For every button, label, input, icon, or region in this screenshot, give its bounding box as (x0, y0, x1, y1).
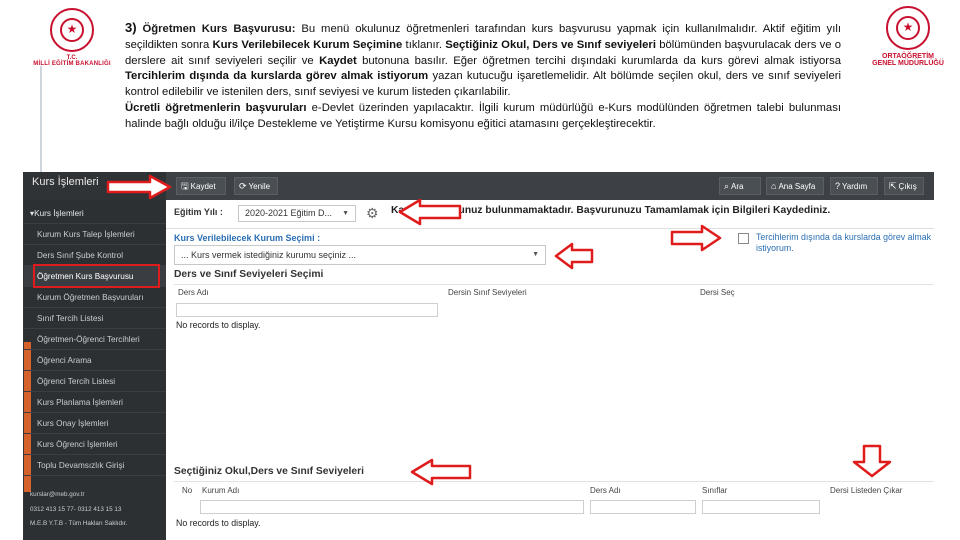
sidebar-item-ogrenci-arama[interactable]: Öğrenci Arama (24, 350, 166, 371)
chevron-down-icon: ▼ (532, 251, 539, 258)
table1-header-line (174, 284, 934, 285)
footer-email: kurslar@meb.gov.tr (30, 491, 85, 498)
sidebar-item-sinif-tercih-listesi[interactable]: Sınıf Tercih Listesi (24, 308, 166, 329)
meb-logo-line2: MİLLİ EĞİTİM BAKANLIĞI (33, 61, 111, 67)
meb-logo: T.C. MİLLİ EĞİTİM BAKANLIĞI (22, 8, 122, 67)
table1-col-dersi-sec: Dersi Seç (700, 288, 735, 297)
ogm-logo-line2: GENEL MÜDÜRLÜĞÜ (872, 60, 944, 67)
para-bold-3: Kaydet (319, 54, 357, 67)
table2-filter-ders-adi[interactable] (590, 500, 696, 514)
institution-label: Kurs Verilebilecek Kurum Seçimi : (174, 233, 321, 243)
table2-col-no: No (182, 486, 193, 495)
footer-phone: 0312 413 15 77- 0312 413 15 13 (30, 506, 122, 513)
save-button-label: Kaydet (190, 182, 216, 191)
save-icon: 🖫 (181, 181, 189, 191)
table2-col-kurum-adi: Kurum Adı (202, 486, 240, 495)
sidebar-item-ogrenci-tercih-listesi[interactable]: Öğrenci Tercih Listesi (24, 371, 166, 392)
sidebar-item-kurs-ogrenci[interactable]: Kurs Öğrenci İşlemleri (24, 434, 166, 455)
table2-col-ders-adi: Ders Adı (590, 486, 621, 495)
section-lesson-selection-title: Ders ve Sınıf Seviyeleri Seçimi (174, 269, 324, 280)
highlight-box-menu (33, 264, 160, 288)
app-topbar: Kurs İşlemleri 🖫 Kaydet ⟳ Yenile ⌕ Ara ⌂ Ana… (24, 172, 934, 200)
search-button-label: Ara (731, 182, 744, 191)
table2-col-siniflar: Sınıflar (702, 486, 728, 495)
step-heading: Öğretmen Kurs Başvurusu: (142, 23, 296, 35)
exit-button[interactable]: ⇱ Çıkış (884, 177, 924, 195)
sidebar-group-label: Kurs İşlemleri (34, 209, 84, 218)
outside-preferences-checkbox[interactable] (738, 233, 749, 244)
sidebar-item-kurs-planlama[interactable]: Kurs Planlama İşlemleri (24, 392, 166, 413)
home-button-label: Ana Sayfa (778, 182, 816, 191)
instruction-paragraph: 3) Öğretmen Kurs Başvurusu: Bu menü okul… (125, 20, 841, 133)
table1-no-records: No records to display. (176, 320, 261, 330)
year-label: Eğitim Yılı : (174, 207, 223, 217)
institution-select-placeholder: ... Kurs vermek istediğiniz kurumu seçin… (181, 250, 357, 260)
table2-filter-siniflar[interactable] (702, 500, 820, 514)
sidebar-item-ders-sinif-sube[interactable]: Ders Sınıf Şube Kontrol (24, 245, 166, 266)
refresh-icon: ⟳ (239, 181, 247, 191)
search-button[interactable]: ⌕ Ara (719, 177, 761, 195)
section-selected-title: Seçtiğiniz Okul,Ders ve Sınıf Seviyeleri (174, 466, 364, 477)
table2-filter-kurum-adi[interactable] (200, 500, 584, 514)
home-icon: ⌂ (771, 181, 777, 191)
search-icon: ⌕ (724, 181, 730, 191)
exit-button-label: Çıkış (898, 182, 917, 191)
table2-col-dersi-cikar: Dersi Listeden Çıkar (830, 486, 903, 495)
chevron-down-icon: ▼ (342, 210, 349, 217)
help-button[interactable]: ? Yardım (830, 177, 878, 195)
table1-col-sinif-seviyeleri: Dersin Sınıf Seviyeleri (448, 288, 527, 297)
home-button[interactable]: ⌂ Ana Sayfa (766, 177, 824, 195)
footer-copyright: M.E.B Y.T.B - Tüm Hakları Saklıdır. (30, 520, 128, 527)
sidebar-group-kurs-islemleri[interactable]: ▾Kurs İşlemleri (24, 203, 166, 224)
ogm-logo: ORTAÖĞRETİM GENEL MÜDÜRLÜĞÜ (860, 6, 956, 67)
para-bold-4: Tercihlerim dışında da kurslarda görev a… (125, 70, 429, 83)
table1-filter-ders-adi[interactable] (176, 303, 438, 317)
para-text-4: butonuna basılır. Eğer öğretmen tercihi … (356, 54, 842, 67)
para-bold-2: Seçtiğiniz Okul, Ders ve Sınıf seviyeler… (445, 38, 656, 51)
sidebar-item-kurum-kurs-talep[interactable]: Kurum Kurs Talep İşlemleri (24, 224, 166, 245)
sidebar-item-kurum-ogretmen-basvurulari[interactable]: Kurum Öğretmen Başvuruları (24, 287, 166, 308)
outside-preferences-label[interactable]: Tercihlerim dışında da kurslarda görev a… (756, 232, 934, 254)
meb-emblem-icon (50, 8, 94, 52)
app-brand: Kurs İşlemleri (24, 172, 166, 200)
slide-divider-line (40, 66, 42, 186)
main-content: Eğitim Yılı : 2020-2021 Eğitim D... ▼ ⚙ … (166, 200, 934, 540)
status-message: Kayıtlı başvurunuz bulunmamaktadır. Başv… (391, 205, 831, 216)
ogm-logo-line1: ORTAÖĞRETİM (882, 53, 934, 60)
save-button[interactable]: 🖫 Kaydet (176, 177, 226, 195)
app-screenshot: Kurs İşlemleri 🖫 Kaydet ⟳ Yenile ⌕ Ara ⌂ Ana… (23, 172, 934, 540)
exit-icon: ⇱ (889, 181, 897, 191)
para-bold-5: Ücretli öğretmenlerin başvuruları (125, 101, 307, 114)
year-select-value: 2020-2021 Eğitim D... (245, 208, 333, 218)
institution-select[interactable]: ... Kurs vermek istediğiniz kurumu seçin… (174, 245, 546, 265)
help-icon: ? (835, 181, 841, 191)
sidebar-item-ogretmen-ogrenci-tercihleri[interactable]: Öğretmen-Öğrenci Tercihleri (24, 329, 166, 350)
gear-icon[interactable]: ⚙ (366, 205, 379, 222)
ogm-emblem-icon (886, 6, 930, 50)
sidebar-item-kurs-onay[interactable]: Kurs Onay İşlemleri (24, 413, 166, 434)
sidebar-item-toplu-devamsizlik[interactable]: Toplu Devamsızlık Girişi (24, 455, 166, 476)
table2-header-line (174, 481, 934, 482)
step-number: 3) (125, 20, 137, 35)
refresh-button[interactable]: ⟳ Yenile (234, 177, 278, 195)
help-button-label: Yardım (842, 182, 868, 191)
year-select[interactable]: 2020-2021 Eğitim D... ▼ (238, 205, 356, 222)
para-bold-1: Kurs Verilebilecek Kurum Seçimine (212, 38, 403, 51)
table1-col-ders-adi: Ders Adı (178, 288, 209, 297)
refresh-button-label: Yenile (248, 182, 271, 191)
table2-no-records: No records to display. (176, 518, 261, 528)
sidebar: ▾Kurs İşlemleri Kurum Kurs Talep İşlemle… (24, 200, 166, 540)
para-text-2: tıklanır. (402, 38, 446, 51)
